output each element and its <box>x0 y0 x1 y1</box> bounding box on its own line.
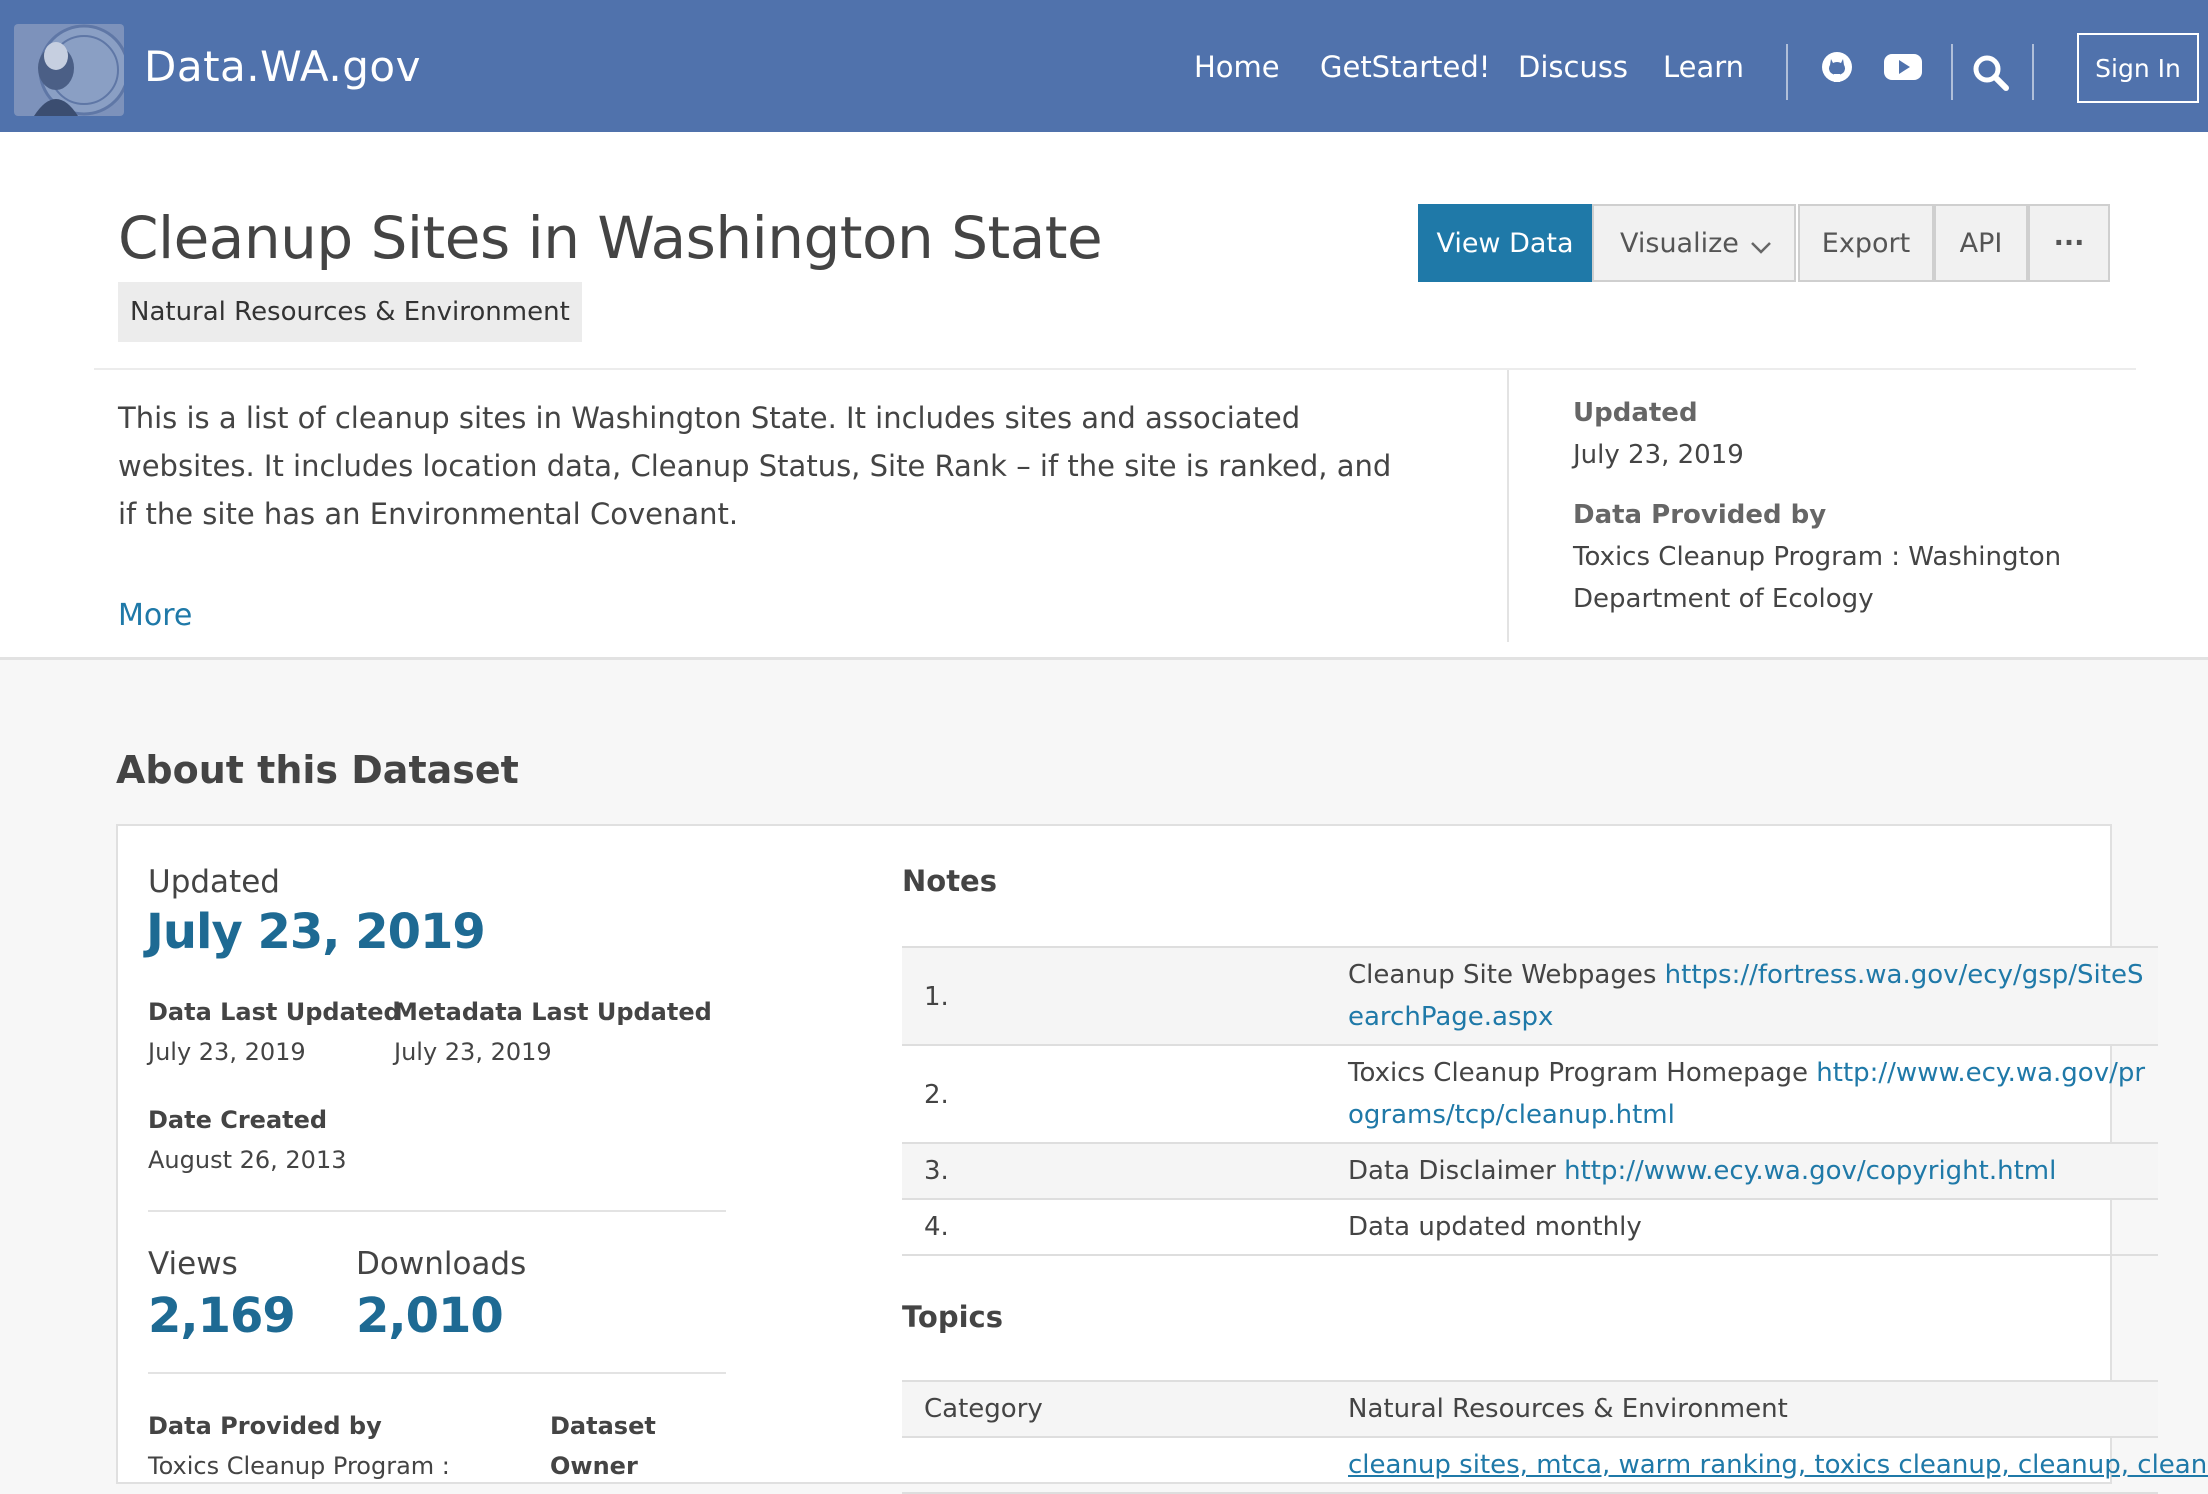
data-provided-label: Data Provided by <box>1573 500 1827 530</box>
updated-value: July 23, 2019 <box>1573 440 1744 470</box>
table-row: 2. Toxics Cleanup Program Homepage http:… <box>902 1046 2158 1144</box>
data-provided-label: Data Provided by <box>148 1412 382 1440</box>
youtube-icon[interactable] <box>1882 48 1924 86</box>
topics-table: Category Natural Resources & Environment… <box>902 1380 2208 1494</box>
divider <box>148 1372 726 1374</box>
table-row: cleanup sites, mtca, warm ranking, toxic… <box>902 1438 2208 1494</box>
divider <box>148 1210 726 1212</box>
updated-date: July 23, 2019 <box>146 904 486 960</box>
about-dataset-panel: Updated July 23, 2019 Data Last Updated … <box>116 824 2208 1494</box>
topics-heading: Topics <box>902 1300 1004 1334</box>
metadata-last-updated-value: July 23, 2019 <box>394 1038 552 1066</box>
page-title: Cleanup Sites in Washington State <box>118 204 1103 272</box>
chevron-down-icon <box>1750 232 1772 263</box>
updated-label: Updated <box>1573 398 1698 428</box>
dataset-description: This is a list of cleanup sites in Washi… <box>118 401 1392 531</box>
dataset-header: Cleanup Sites in Washington State Natura… <box>0 132 2208 660</box>
data-provided-value: Toxics Cleanup Program : Washington Depa… <box>1573 542 2062 614</box>
header-divider <box>94 368 2136 370</box>
note-number: 4. <box>924 1212 949 1242</box>
note-text: Toxics Cleanup Program Homepage http://w… <box>1348 1058 2146 1130</box>
category-label: Category <box>924 1394 1043 1424</box>
view-data-button[interactable]: View Data <box>1418 204 1592 282</box>
about-dataset-heading: About this Dataset <box>116 748 519 792</box>
table-row: 4. Data updated monthly <box>902 1200 2158 1256</box>
tags-list: cleanup sites, mtca, warm ranking, toxic… <box>1348 1450 2208 1480</box>
api-button[interactable]: API <box>1934 204 2028 282</box>
github-icon[interactable] <box>1818 48 1856 86</box>
sign-in-button[interactable]: Sign In <box>2077 33 2199 103</box>
note-text: Data Disclaimer http://www.ecy.wa.gov/co… <box>1348 1156 2057 1186</box>
header-vertical-divider <box>1507 370 1509 642</box>
metadata-last-updated-label: Metadata Last Updated <box>394 998 712 1026</box>
downloads-count: 2,010 <box>356 1288 504 1344</box>
nav-divider <box>2032 44 2034 100</box>
nav-divider <box>1951 44 1953 100</box>
visualize-label: Visualize <box>1620 227 1739 259</box>
category-badge[interactable]: Natural Resources & Environment <box>118 282 582 342</box>
data-last-updated-label: Data Last Updated <box>148 998 401 1026</box>
table-row: 3. Data Disclaimer http://www.ecy.wa.gov… <box>902 1144 2158 1200</box>
note-number: 3. <box>924 1156 949 1186</box>
more-description-link[interactable]: More <box>118 598 192 633</box>
nav-link-getstarted[interactable]: GetStarted! <box>1320 50 1490 84</box>
note-number: 1. <box>924 982 949 1012</box>
views-count: 2,169 <box>148 1288 296 1344</box>
note-text: Data updated monthly <box>1348 1212 1642 1242</box>
table-row: 1. Cleanup Site Webpages https://fortres… <box>902 948 2158 1046</box>
nav-link-home[interactable]: Home <box>1194 50 1280 84</box>
data-last-updated-value: July 23, 2019 <box>148 1038 306 1066</box>
note-number: 2. <box>924 1080 949 1110</box>
top-navbar: Data.WA.gov Home GetStarted! Discuss Lea… <box>0 0 2208 132</box>
note-link[interactable]: http://www.ecy.wa.gov/copyright.html <box>1564 1156 2056 1186</box>
notes-heading: Notes <box>902 864 997 898</box>
nav-link-learn[interactable]: Learn <box>1663 50 1744 84</box>
state-seal-logo[interactable] <box>14 24 124 116</box>
nav-link-discuss[interactable]: Discuss <box>1518 50 1628 84</box>
views-label: Views <box>148 1246 238 1282</box>
nav-divider <box>1786 44 1788 100</box>
date-created-label: Date Created <box>148 1106 328 1134</box>
dataset-owner-label: Dataset <box>550 1412 656 1440</box>
tag-links[interactable]: cleanup sites, mtca, warm ranking, toxic… <box>1348 1450 2208 1480</box>
category-value: Natural Resources & Environment <box>1348 1394 1788 1424</box>
downloads-label: Downloads <box>356 1246 527 1282</box>
date-created-value: August 26, 2013 <box>148 1146 347 1174</box>
table-row: Category Natural Resources & Environment <box>902 1382 2158 1438</box>
data-provided-value: Toxics Cleanup Program : <box>148 1452 450 1480</box>
more-actions-button[interactable]: ··· <box>2028 204 2110 282</box>
export-button[interactable]: Export <box>1798 204 1934 282</box>
notes-table: 1. Cleanup Site Webpages https://fortres… <box>902 946 2158 1256</box>
updated-label: Updated <box>148 864 280 900</box>
search-icon[interactable] <box>1972 54 2010 92</box>
visualize-dropdown-button[interactable]: Visualize <box>1592 204 1796 282</box>
note-text: Cleanup Site Webpages https://fortress.w… <box>1348 960 2144 1032</box>
dataset-owner-label-cont: Owner <box>550 1452 638 1480</box>
site-brand-name[interactable]: Data.WA.gov <box>144 42 421 91</box>
